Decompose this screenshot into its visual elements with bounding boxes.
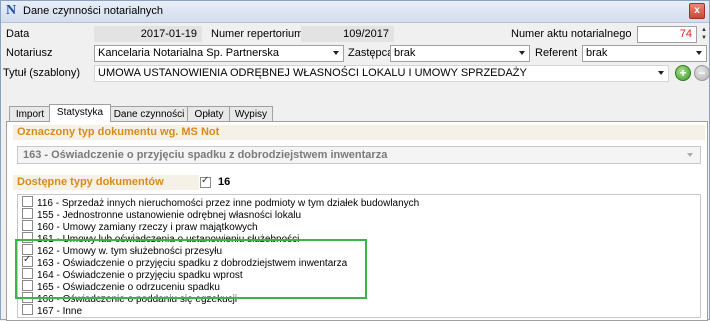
tytul-label: Tytuł (szablony) bbox=[3, 67, 81, 79]
list-item[interactable]: 166 - Oświadczenie o poddaniu się egzeku… bbox=[22, 292, 237, 305]
list-item-checkbox[interactable] bbox=[22, 208, 33, 219]
dropdown-arrow-icon bbox=[333, 51, 339, 55]
notariusz-row: Notariusz Kancelaria Notarialna Sp. Part… bbox=[1, 44, 709, 63]
list-item-checkbox[interactable] bbox=[22, 304, 33, 315]
notariusz-value: Kancelaria Notarialna Sp. Partnerska bbox=[98, 47, 279, 59]
add-button[interactable]: + bbox=[675, 65, 691, 81]
list-item-checkbox[interactable] bbox=[22, 220, 33, 231]
spin-up-icon[interactable]: ▲ bbox=[699, 26, 709, 34]
notariusz-select[interactable]: Kancelaria Notarialna Sp. Partnerska bbox=[94, 45, 344, 62]
list-item[interactable]: 162 - Umowy w. tym służebności przesyłu bbox=[22, 244, 222, 257]
tab-import[interactable]: Import bbox=[9, 106, 51, 122]
list-item[interactable]: 116 - Sprzedaż innych nieruchomości prze… bbox=[22, 196, 419, 209]
notariusz-label: Notariusz bbox=[6, 47, 53, 59]
list-item-checkbox[interactable] bbox=[22, 280, 33, 291]
dostepne-count-box: 16 bbox=[200, 175, 540, 191]
list-item-checkbox[interactable] bbox=[22, 232, 33, 243]
referent-label: Referent bbox=[535, 47, 578, 59]
referent-value: brak bbox=[586, 47, 608, 59]
app-n-icon: N bbox=[6, 3, 17, 18]
list-item[interactable]: 164 - Oświadczenie o przyjęciu spadku wp… bbox=[22, 268, 243, 281]
repertorium-label: Numer repertorium bbox=[211, 28, 304, 40]
dostepne-header: Dostępne typy dokumentów bbox=[13, 175, 199, 190]
tytul-select[interactable]: UMOWA USTANOWIENIA ODRĘBNEJ WŁASNOŚCI LO… bbox=[94, 65, 669, 82]
statystyka-panel: Oznaczony typ dokumentu wg. MS Not 163 -… bbox=[6, 121, 708, 321]
zastepca-value: brak bbox=[394, 47, 416, 59]
select-all-checkbox[interactable] bbox=[200, 175, 211, 188]
numer-aktu-field[interactable]: 74 bbox=[637, 26, 697, 43]
spin-down-icon[interactable]: ▼ bbox=[699, 34, 709, 42]
date-row: Data 2017-01-19 Numer repertorium 109/20… bbox=[1, 25, 709, 44]
list-item-label: 167 - Inne bbox=[37, 306, 83, 317]
list-item-checkbox[interactable] bbox=[22, 254, 33, 267]
list-item[interactable]: 161 - Umowy lub oświadczenia o ustanowie… bbox=[22, 232, 299, 245]
tab-dane-czynnosci[interactable]: Dane czynności bbox=[109, 106, 189, 122]
oznaczony-value: 163 - Oświadczenie o przyjęciu spadku z … bbox=[23, 149, 388, 161]
remove-button[interactable]: − bbox=[694, 65, 710, 81]
zastepca-label: Zastępca bbox=[348, 47, 394, 59]
dialog-window: N Dane czynności notarialnych x Data 201… bbox=[0, 0, 710, 321]
close-icon: x bbox=[694, 5, 700, 16]
list-item[interactable]: 160 - Umowy zamiany rzeczy i praw majątk… bbox=[22, 220, 258, 233]
window-title: Dane czynności notarialnych bbox=[23, 5, 164, 17]
document-types-list: 116 - Sprzedaż innych nieruchomości prze… bbox=[17, 194, 701, 318]
dropdown-arrow-icon bbox=[696, 51, 702, 55]
tytul-row: Tytuł (szablony) UMOWA USTANOWIENIA ODRĘ… bbox=[1, 64, 710, 83]
list-item[interactable]: 155 - Jednostronne ustanowienie odrębnej… bbox=[22, 208, 301, 221]
list-item[interactable]: 165 - Oświadczenie o odrzuceniu spadku bbox=[22, 280, 220, 293]
dropdown-arrow-icon bbox=[687, 153, 693, 157]
dostepne-count: 16 bbox=[218, 176, 231, 188]
add-icon: + bbox=[679, 66, 687, 80]
list-item[interactable]: 163 - Oświadczenie o przyjęciu spadku z … bbox=[22, 254, 347, 269]
tab-wypisy[interactable]: Wypisy bbox=[229, 106, 273, 122]
remove-icon: − bbox=[698, 66, 706, 80]
close-button[interactable]: x bbox=[689, 3, 705, 19]
data-label: Data bbox=[6, 28, 30, 40]
data-field[interactable]: 2017-01-19 bbox=[94, 26, 202, 42]
list-item-checkbox[interactable] bbox=[22, 292, 33, 303]
tab-statystyka[interactable]: Statystyka bbox=[49, 104, 111, 122]
list-item[interactable]: 167 - Inne bbox=[22, 304, 83, 317]
oznaczony-select[interactable]: 163 - Oświadczenie o przyjęciu spadku z … bbox=[17, 146, 701, 164]
repertorium-field[interactable]: 109/2017 bbox=[301, 26, 394, 42]
list-item-checkbox[interactable] bbox=[22, 268, 33, 279]
numer-aktu-label: Numer aktu notarialnego bbox=[511, 28, 632, 40]
dropdown-arrow-icon bbox=[658, 71, 664, 75]
list-item-checkbox[interactable] bbox=[22, 196, 33, 207]
title-bar: N Dane czynności notarialnych x bbox=[1, 1, 709, 23]
zastepca-select[interactable]: brak bbox=[390, 45, 530, 62]
dropdown-arrow-icon bbox=[519, 51, 525, 55]
referent-select[interactable]: brak bbox=[582, 45, 707, 62]
oznaczony-header: Oznaczony typ dokumentu wg. MS Not bbox=[13, 125, 705, 140]
tab-oplaty[interactable]: Opłaty bbox=[187, 106, 231, 122]
tytul-value: UMOWA USTANOWIENIA ODRĘBNEJ WŁASNOŚCI LO… bbox=[98, 67, 527, 79]
numer-aktu-spin[interactable]: ▲ ▼ bbox=[699, 26, 709, 43]
